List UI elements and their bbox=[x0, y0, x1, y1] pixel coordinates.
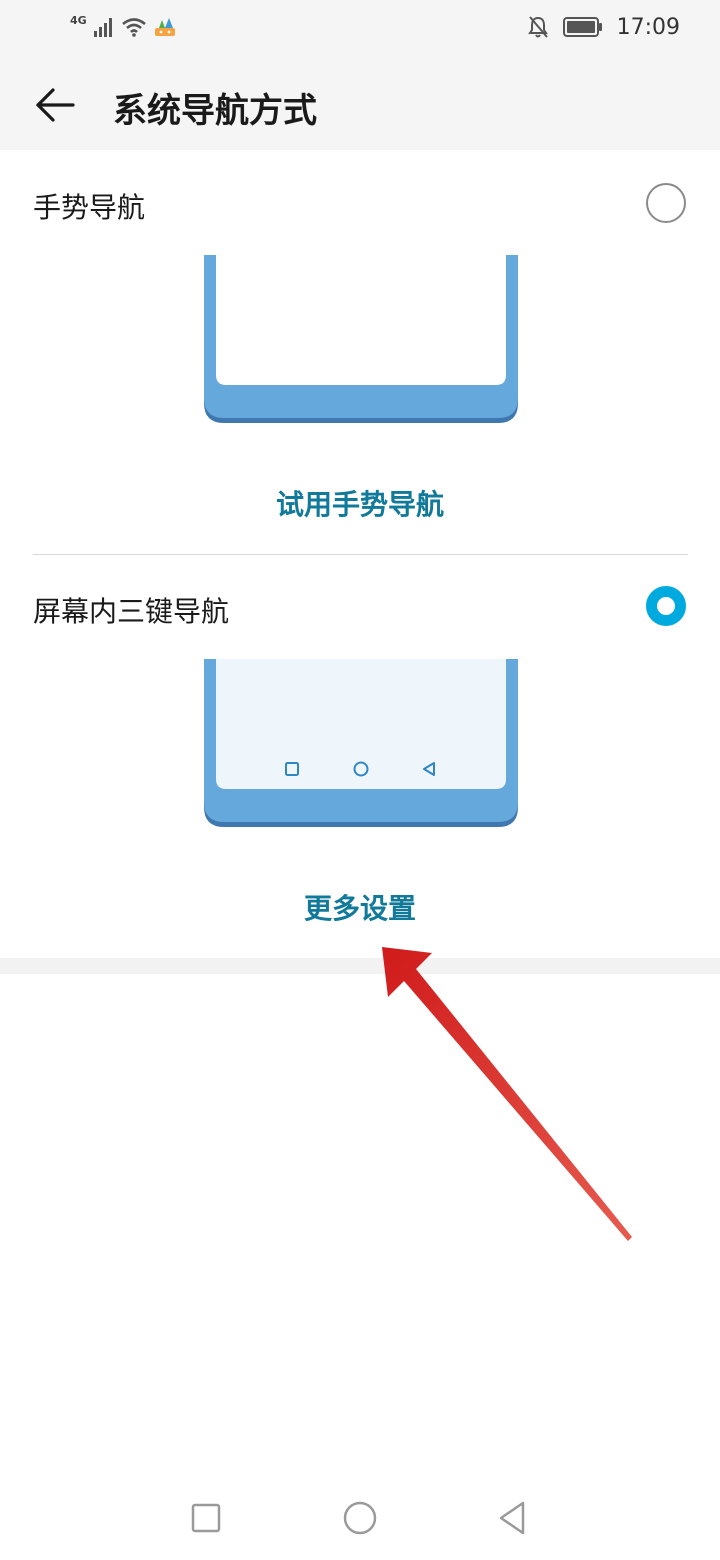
section-separator bbox=[0, 958, 720, 974]
circle-icon bbox=[343, 1501, 377, 1535]
network-type-label: 4G bbox=[70, 13, 87, 27]
option-label: 屏幕内三键导航 bbox=[33, 595, 230, 628]
three-key-navigation-phone-illustration bbox=[204, 659, 518, 827]
option-label: 手势导航 bbox=[33, 191, 146, 224]
wifi-icon bbox=[121, 18, 146, 37]
more-settings-link[interactable]: 更多设置 bbox=[0, 887, 720, 927]
option-three-key-navigation[interactable]: 屏幕内三键导航 bbox=[0, 556, 720, 656]
divider bbox=[33, 554, 688, 555]
mute-bell-icon bbox=[527, 16, 548, 38]
back-button[interactable] bbox=[30, 80, 80, 130]
radio-gesture-navigation[interactable] bbox=[646, 183, 686, 223]
system-navigation-bar bbox=[0, 1480, 720, 1560]
try-gesture-navigation-link[interactable]: 试用手势导航 bbox=[0, 483, 720, 523]
home-button[interactable] bbox=[340, 1498, 380, 1538]
status-left: 4G bbox=[70, 12, 177, 42]
screen: 4G 17:09 系统导航方式 手势导航 试用手势导航 屏幕内三键导航 更多设置 bbox=[0, 0, 720, 1560]
red-arrow-annotation bbox=[382, 947, 632, 1241]
radio-three-key-navigation[interactable] bbox=[646, 586, 686, 626]
status-time: 17:09 bbox=[616, 14, 680, 40]
recent-apps-button[interactable] bbox=[186, 1498, 226, 1538]
notification-app-icon bbox=[154, 18, 175, 36]
triangle-back-icon bbox=[499, 1501, 525, 1535]
option-gesture-navigation[interactable]: 手势导航 bbox=[0, 153, 720, 253]
back-nav-button[interactable] bbox=[492, 1498, 532, 1538]
gesture-navigation-phone-illustration bbox=[204, 255, 518, 423]
status-bar: 4G 17:09 bbox=[0, 0, 720, 55]
app-bar: 系统导航方式 bbox=[0, 55, 720, 150]
battery-icon bbox=[562, 17, 602, 37]
arrow-left-icon bbox=[36, 88, 75, 122]
page-title: 系统导航方式 bbox=[113, 91, 317, 131]
status-right: 17:09 bbox=[527, 12, 680, 42]
signal-icon bbox=[93, 18, 112, 37]
content-panel: 手势导航 试用手势导航 屏幕内三键导航 更多设置 bbox=[0, 150, 720, 958]
square-icon bbox=[191, 1503, 221, 1533]
